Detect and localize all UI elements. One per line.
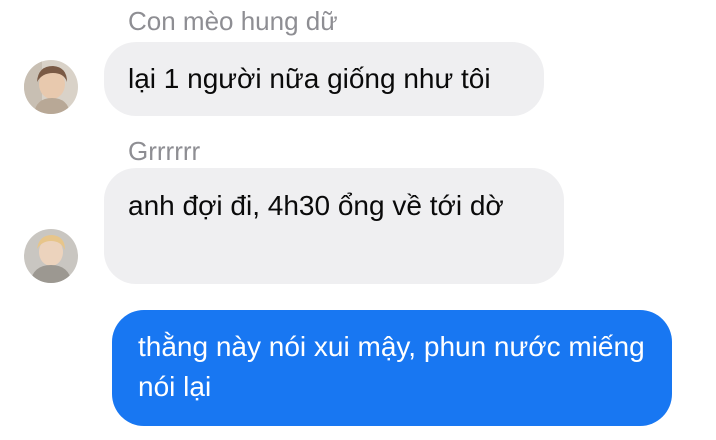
message-text: lại 1 người nữa giống như tôi <box>128 63 491 94</box>
message-bubble-incoming[interactable]: anh đợi đi, 4h30 ổng về tới dờ <box>104 168 564 284</box>
message-bubble-outgoing[interactable]: thằng này nói xui mậy, phun nước miếng n… <box>112 310 672 426</box>
message-bubble-incoming[interactable]: lại 1 người nữa giống như tôi <box>104 42 544 116</box>
message-text: thằng này nói xui mậy, phun nước miếng n… <box>138 331 645 402</box>
avatar-photo-icon <box>24 60 78 114</box>
sender-avatar[interactable] <box>24 229 78 283</box>
sender-avatar[interactable] <box>24 60 78 114</box>
message-text: anh đợi đi, 4h30 ổng về tới dờ <box>128 190 504 221</box>
sender-name: Con mèo hung dữ <box>128 6 338 36</box>
sender-name: Grrrrrr <box>128 136 201 166</box>
avatar-photo-icon <box>24 229 78 283</box>
